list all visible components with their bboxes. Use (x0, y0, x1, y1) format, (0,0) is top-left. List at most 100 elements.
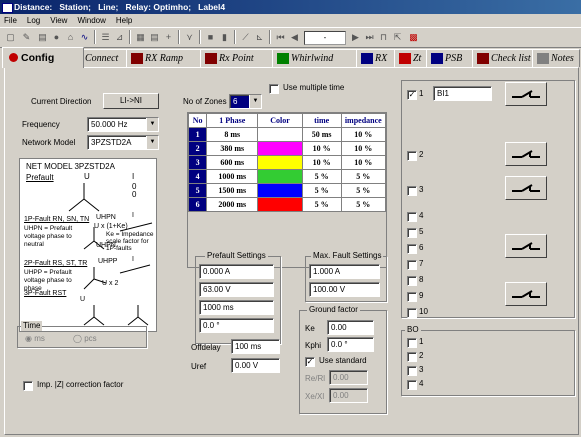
plus-icon[interactable]: + (162, 31, 175, 43)
menu-file[interactable]: File (4, 16, 17, 25)
zone-color-swatch[interactable] (257, 155, 303, 170)
zone-phase[interactable]: 600 ms (206, 155, 259, 170)
next-icon[interactable]: ▶ (349, 31, 362, 43)
zone-time[interactable]: 5 % (301, 197, 342, 212)
bi-2-contact-button[interactable] (505, 142, 547, 166)
chart-icon[interactable]: ⊿ (113, 31, 126, 43)
prefault-voltage-field[interactable]: 63.00 V (199, 282, 274, 297)
zone-impedance[interactable]: 10 % (340, 127, 387, 142)
bi-8-checkbox[interactable] (407, 276, 417, 286)
zone-phase[interactable]: 2000 ms (206, 197, 259, 212)
export-icon[interactable]: ⇱ (391, 31, 404, 43)
new-icon[interactable]: ▢ (4, 31, 17, 43)
grid-icon[interactable]: ▦ (134, 31, 147, 43)
zone-phase[interactable]: 1000 ms (206, 169, 259, 184)
cursor-icon[interactable]: ⟋ (239, 31, 252, 43)
zone-impedance[interactable]: 10 % (340, 155, 387, 170)
zone-time[interactable]: 50 ms (301, 127, 342, 142)
bo-2-checkbox[interactable] (407, 352, 417, 362)
zone-color-swatch[interactable] (257, 197, 303, 212)
bi-2-checkbox[interactable] (407, 151, 417, 161)
report-icon[interactable]: ▩ (407, 31, 420, 43)
zone-row-6[interactable]: 6 2000 ms 5 % 5 % (187, 197, 387, 212)
zone-row-2[interactable]: 2 380 ms 10 % 10 % (187, 141, 387, 156)
record-icon[interactable]: ● (50, 31, 63, 43)
current-direction-button[interactable]: LI->NI (103, 93, 159, 109)
bi-6-checkbox[interactable] (407, 244, 417, 254)
prev-icon[interactable]: ◀ (288, 31, 301, 43)
menu-help[interactable]: Help (116, 16, 132, 25)
bo-3-checkbox[interactable] (407, 366, 417, 376)
zone-time[interactable]: 5 % (301, 183, 342, 198)
pause-icon[interactable]: ▮ (218, 31, 231, 43)
zone-time[interactable]: 10 % (301, 141, 342, 156)
tab-config[interactable]: Config (2, 47, 84, 68)
zone-impedance[interactable]: 5 % (340, 197, 387, 212)
stop-icon[interactable]: ■ (204, 31, 217, 43)
bi-1-name-field[interactable]: BI1 (433, 86, 492, 101)
zone-color-swatch[interactable] (257, 141, 303, 156)
table-icon[interactable]: ▤ (148, 31, 161, 43)
zone-phase[interactable]: 8 ms (206, 127, 259, 142)
zone-color-swatch[interactable] (257, 169, 303, 184)
zone-row-1[interactable]: 18 ms 50 ms 10 % (187, 127, 387, 142)
offdelay-field[interactable]: 100 ms (231, 339, 280, 354)
menu-view[interactable]: View (50, 16, 67, 25)
zone-row-4[interactable]: 4 1000 ms 5 % 5 % (187, 169, 387, 184)
bi-10-checkbox[interactable] (407, 308, 417, 318)
frequency-dropdown[interactable]: 50.000 Hz ▼ (87, 117, 159, 132)
save-icon[interactable]: ▤ (36, 31, 49, 43)
zone-impedance[interactable]: 5 % (340, 169, 387, 184)
bo-1-checkbox[interactable] (407, 338, 417, 348)
use-multiple-time-checkbox[interactable] (269, 84, 279, 94)
last-icon[interactable]: ⏭ (363, 31, 376, 43)
edit-icon[interactable]: ⌂ (64, 31, 77, 43)
open-icon[interactable]: ✎ (20, 31, 33, 43)
max-fault-current-field[interactable]: 1.000 A (309, 264, 380, 279)
network-model-dropdown[interactable]: 3PZSTD2A ▼ (87, 135, 159, 150)
bi-1-contact-button[interactable] (505, 82, 547, 106)
bi-1-checkbox[interactable]: ✓ (407, 90, 417, 100)
zone-impedance[interactable]: 5 % (340, 183, 387, 198)
zone-color-swatch[interactable] (257, 183, 303, 198)
zone-phase[interactable]: 1500 ms (206, 183, 259, 198)
prefault-time-field[interactable]: 1000 ms (199, 300, 274, 315)
bi-4-checkbox[interactable] (407, 212, 417, 222)
menu-log[interactable]: Log (27, 16, 40, 25)
prefault-current-field[interactable]: 0.000 A (199, 264, 274, 279)
wave-icon[interactable]: ∿ (78, 31, 91, 43)
filter-icon[interactable]: ⋎ (183, 31, 196, 43)
time-pcs-radio[interactable]: ◯ pcs (73, 334, 97, 344)
imp-correction-checkbox[interactable] (23, 381, 33, 391)
bi-3-contact-button[interactable] (505, 176, 547, 200)
first-icon[interactable]: ⏮ (274, 31, 287, 43)
bi-7-checkbox[interactable] (407, 260, 417, 270)
zone-time[interactable]: 10 % (301, 155, 342, 170)
zone-row-3[interactable]: 3 600 ms 10 % 10 % (187, 155, 387, 170)
bi-5-checkbox[interactable] (407, 228, 417, 238)
menu-window[interactable]: Window (77, 16, 105, 25)
zones-dropdown[interactable]: 6 ▼ (229, 94, 262, 109)
bo-4-checkbox[interactable] (407, 380, 417, 390)
zone-phase[interactable]: 380 ms (206, 141, 259, 156)
step-field[interactable]: - (304, 31, 346, 45)
time-ms-radio[interactable]: ◉ ms (25, 334, 45, 344)
zone-row-5[interactable]: 5 1500 ms 5 % 5 % (187, 183, 387, 198)
max-fault-voltage-field[interactable]: 100.00 V (309, 282, 380, 297)
lock-icon[interactable]: ⊓ (377, 31, 390, 43)
tab-notes[interactable]: Notes (532, 49, 580, 67)
kphi-field[interactable]: 0.0 ° (327, 337, 374, 352)
bi-6-contact-button[interactable] (505, 234, 547, 258)
uref-field[interactable]: 0.00 V (231, 358, 280, 373)
use-standard-checkbox[interactable]: ✓ (305, 357, 315, 367)
measure-icon[interactable]: ⊾ (253, 31, 266, 43)
zone-impedance[interactable]: 10 % (340, 141, 387, 156)
ke-field[interactable]: 0.00 (327, 320, 374, 335)
bi-9-contact-button[interactable] (505, 282, 547, 306)
zone-color-swatch[interactable] (257, 127, 303, 142)
list-icon[interactable]: ☰ (99, 31, 112, 43)
prefault-angle-field[interactable]: 0.0 ° (199, 318, 274, 333)
zone-time[interactable]: 5 % (301, 169, 342, 184)
bi-9-checkbox[interactable] (407, 292, 417, 302)
bi-3-checkbox[interactable] (407, 186, 417, 196)
